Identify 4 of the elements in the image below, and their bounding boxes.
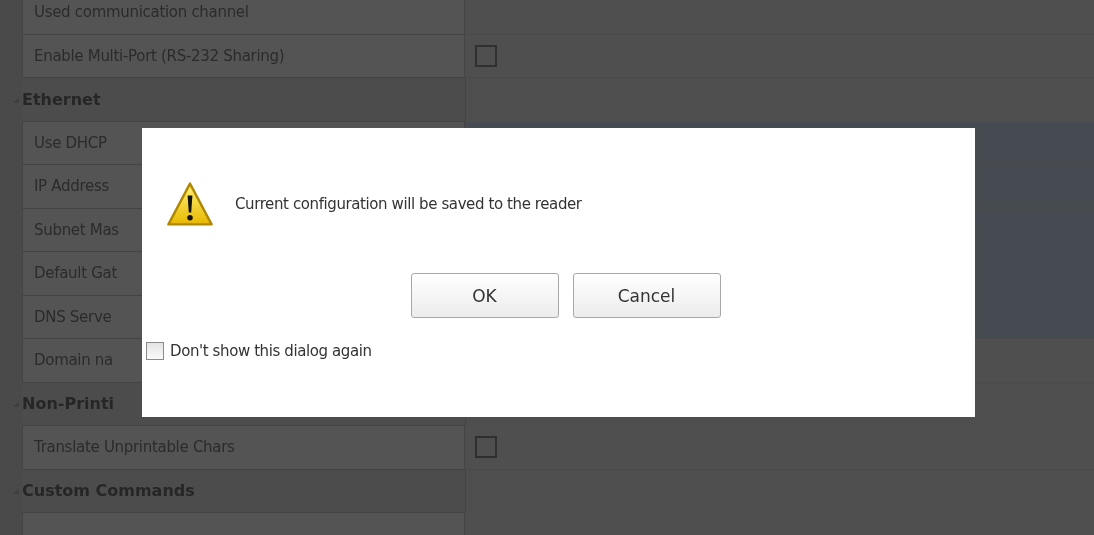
dialog-button[interactable]: Cancel	[572, 273, 721, 318]
dialog-button[interactable]: OK	[410, 273, 559, 318]
checkbox-label[interactable]: Don't show this dialog again	[170, 342, 372, 360]
dialog-message: Current configuration will be saved to the reader	[235, 195, 582, 213]
